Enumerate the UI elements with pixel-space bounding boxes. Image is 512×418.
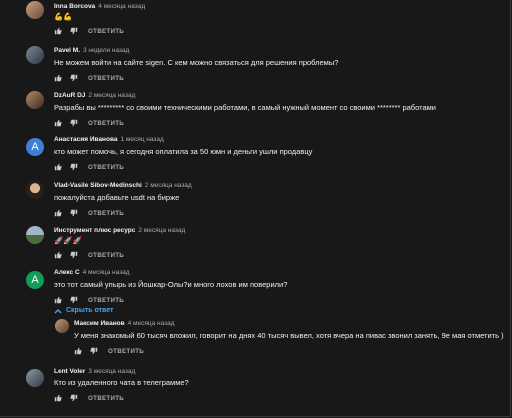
comment-header: Алекс С4 месяца назад	[54, 269, 130, 277]
comment-time[interactable]: 3 месяца назад	[88, 368, 135, 375]
comment-header: Pavel M. 3 недели назад	[54, 47, 129, 55]
reply-button[interactable]: ОТВЕТИТЬ	[88, 75, 124, 82]
comment-header: Inna Borcova 4 месяца назад	[54, 3, 145, 11]
avatar[interactable]	[26, 181, 44, 199]
hide-replies-toggle[interactable]: Скрыть ответ	[54, 307, 113, 314]
comment-time[interactable]: 2 месяца назад	[138, 227, 185, 234]
hide-replies-label: Скрыть ответ	[66, 307, 114, 314]
comment-time[interactable]: 4 месяца назад	[98, 3, 145, 10]
avatar-letter: A	[31, 141, 39, 153]
comment-text: Не можем войти на сайте sigen. С кем мож…	[54, 58, 339, 67]
comment-actions: ОТВЕТИТЬ	[54, 393, 124, 403]
avatar[interactable]	[26, 91, 44, 109]
comment-header: Lent Voler 3 месяца назад	[54, 368, 135, 376]
comment-text: кто может помочь, я сегодня оплатила за …	[54, 147, 313, 156]
avatar[interactable]: A	[26, 138, 44, 156]
thumb-up-icon[interactable]	[54, 119, 62, 127]
avatar-letter: A	[31, 274, 39, 286]
comment-actions: ОТВЕТИТЬ	[54, 295, 124, 305]
avatar[interactable]	[26, 1, 44, 19]
comment-author[interactable]: Pavel M.	[54, 47, 80, 54]
thumb-up-icon[interactable]	[54, 74, 62, 82]
comment-actions: ОТВЕТИТЬ	[54, 118, 124, 128]
reply-button[interactable]: ОТВЕТИТЬ	[88, 297, 124, 304]
avatar[interactable]	[26, 46, 44, 64]
comment-author[interactable]: Inna Borcova	[54, 3, 95, 10]
comment-author[interactable]: Анастасия Иванова	[54, 136, 117, 143]
comment-time[interactable]: 3 недели назад	[83, 47, 129, 54]
avatar[interactable]: A	[26, 271, 44, 289]
thumb-up-icon[interactable]	[54, 163, 62, 171]
comment-actions: ОТВЕТИТЬ	[54, 250, 124, 260]
thumb-down-icon[interactable]	[70, 163, 78, 171]
chevron-up-icon	[54, 308, 62, 313]
comment-time[interactable]: 2 месяца назад	[145, 182, 192, 189]
comment-author[interactable]: DzAuR DJ	[54, 92, 85, 99]
comment-text: У меня знакомый 60 тысяч вложил, говорит…	[74, 331, 504, 340]
comment-header: Инструмент плюс ресурс 2 месяца назад	[54, 227, 185, 235]
reply-button[interactable]: ОТВЕТИТЬ	[88, 28, 124, 35]
thumb-up-icon[interactable]	[54, 209, 62, 217]
thumb-down-icon[interactable]	[70, 209, 78, 217]
comment-time[interactable]: 2 месяца назад	[88, 92, 135, 99]
thumb-down-icon[interactable]	[70, 394, 78, 402]
thumb-down-icon[interactable]	[70, 296, 78, 304]
comment-author[interactable]: Алекс С	[54, 269, 80, 276]
thumb-down-icon[interactable]	[90, 347, 98, 355]
avatar[interactable]	[26, 226, 44, 244]
comment-header: DzAuR DJ 2 месяца назад	[54, 92, 135, 100]
comment-author[interactable]: Vlad-Vasile Sibov-Medinschi	[54, 182, 142, 189]
comment-time[interactable]: 4 месяца назад	[128, 320, 175, 327]
thumb-up-icon[interactable]	[54, 251, 62, 259]
thumb-up-icon[interactable]	[54, 27, 62, 35]
thumb-up-icon[interactable]	[54, 394, 62, 402]
comment-text: 💪💪	[54, 12, 73, 21]
reply-button[interactable]: ОТВЕТИТЬ	[108, 348, 144, 355]
comment-header: Анастасия Иванова 1 месяц назад	[54, 136, 164, 144]
comment-text: 🚀🚀🚀	[54, 236, 83, 245]
comment-author[interactable]: Максим Иванов	[74, 320, 125, 327]
comment-text: Разрабы вы ********* со своими техническ…	[54, 103, 436, 112]
thumb-up-icon[interactable]	[74, 347, 82, 355]
reply-button[interactable]: ОТВЕТИТЬ	[88, 252, 124, 259]
comment-author[interactable]: Lent Voler	[54, 368, 85, 375]
thumb-down-icon[interactable]	[70, 251, 78, 259]
thumb-down-icon[interactable]	[70, 119, 78, 127]
comment-time[interactable]: 4 месяца назад	[83, 269, 130, 276]
comment-actions: ОТВЕТИТЬ	[54, 208, 124, 218]
reply-button[interactable]: ОТВЕТИТЬ	[88, 164, 124, 171]
comment-actions: ОТВЕТИТЬ	[74, 346, 144, 356]
thumb-down-icon[interactable]	[70, 27, 78, 35]
comment-header: Vlad-Vasile Sibov-Medinschi 2 месяца наза…	[54, 182, 192, 190]
comment-text: это тот самый упырь из Йошкар-Олы?и мног…	[54, 280, 288, 289]
avatar[interactable]	[26, 369, 44, 387]
comment-actions: ОТВЕТИТЬ	[54, 162, 124, 172]
comment-text: Кто из удаленного чата в телеграмме?	[54, 378, 189, 387]
reply-button[interactable]: ОТВЕТИТЬ	[88, 395, 124, 402]
thumb-down-icon[interactable]	[70, 74, 78, 82]
comment-header: Максим Иванов 4 месяца назад	[74, 320, 175, 328]
reply-button[interactable]: ОТВЕТИТЬ	[88, 210, 124, 217]
comment-text: пожалуйста добавьте usdt на бирже	[54, 193, 180, 202]
avatar[interactable]	[55, 319, 69, 333]
thumb-up-icon[interactable]	[54, 296, 62, 304]
comment-actions: ОТВЕТИТЬ	[54, 26, 124, 36]
comment-time[interactable]: 1 месяц назад	[120, 136, 163, 143]
comment-actions: ОТВЕТИТЬ	[54, 73, 124, 83]
reply-button[interactable]: ОТВЕТИТЬ	[88, 120, 124, 127]
comment-author[interactable]: Инструмент плюс ресурс	[54, 227, 135, 234]
